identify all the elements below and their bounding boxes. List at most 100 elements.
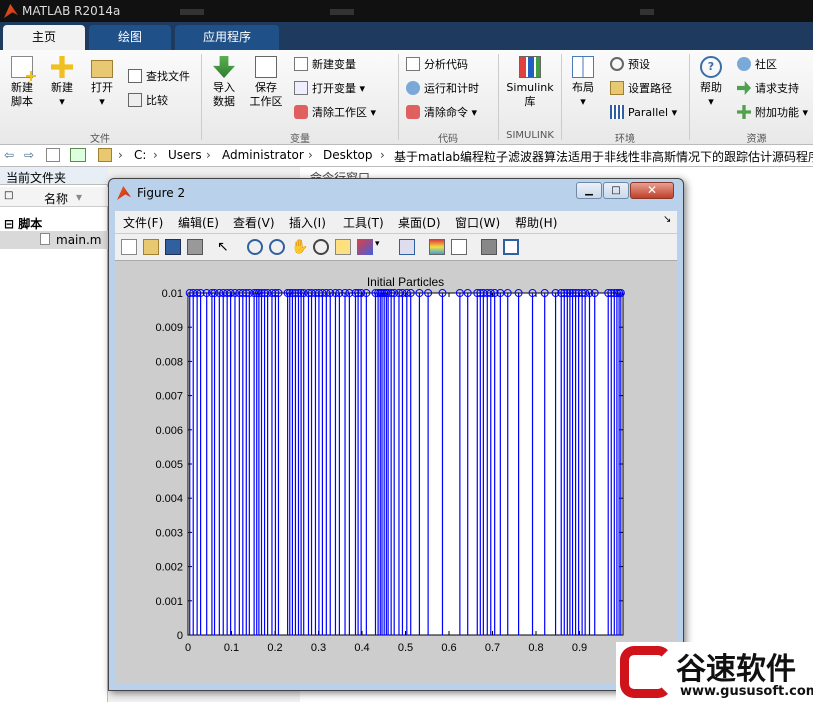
path-segment[interactable]: 基于matlab编程粒子滤波器算法适用于非线性非高斯情况下的跟踪估计源码程序: [394, 148, 813, 165]
chevron-down-icon[interactable]: ▾: [375, 239, 383, 255]
preferences-button[interactable]: 预设: [610, 56, 650, 74]
x-tick-label: 0: [185, 642, 191, 654]
tab-home[interactable]: 主页: [3, 25, 85, 50]
forward-arrow-icon[interactable]: ⇨: [24, 148, 34, 162]
import-label-1: 导入: [213, 81, 235, 94]
clear-workspace-button[interactable]: 清除工作区 ▾: [294, 104, 376, 122]
y-tick-label: 0.004: [155, 493, 183, 505]
save-icon[interactable]: [165, 239, 181, 255]
close-button[interactable]: ✕: [630, 182, 674, 199]
zoom-in-icon[interactable]: [247, 239, 263, 255]
path-segment[interactable]: C:: [134, 148, 146, 162]
import-data-button[interactable]: 导入 数据: [206, 56, 242, 109]
x-tick-label: 0.3: [311, 642, 326, 654]
tab-apps[interactable]: 应用程序: [175, 25, 279, 50]
titlebar-blur: [640, 9, 654, 15]
menu-insert[interactable]: 插入(I): [289, 214, 326, 231]
hide-plot-tools-icon[interactable]: [481, 239, 497, 255]
group-separator: [398, 54, 399, 140]
path-segment[interactable]: Desktop: [323, 148, 373, 162]
folder-label: 脚本: [18, 217, 43, 231]
preferences-label: 预设: [628, 58, 650, 71]
chart-title: Initial Particles: [367, 275, 444, 289]
minimize-button[interactable]: ▁: [576, 182, 602, 199]
file-group-label: 文件: [90, 134, 110, 145]
run-and-time-button[interactable]: 运行和计时: [406, 80, 479, 98]
ribbon-tabbar: 主页 绘图 应用程序: [0, 22, 813, 50]
compare-button[interactable]: 比较: [128, 92, 168, 110]
menu-tools[interactable]: 工具(T): [343, 214, 384, 231]
open-button[interactable]: 打开 ▾: [84, 56, 120, 109]
request-support-button[interactable]: 请求支持: [737, 80, 799, 98]
y-tick-label: 0: [177, 630, 183, 642]
up-folder-icon[interactable]: [46, 148, 60, 162]
set-path-button[interactable]: 设置路径: [610, 80, 672, 98]
community-button[interactable]: 社区: [737, 56, 777, 74]
rotate-icon[interactable]: [313, 239, 329, 255]
tab-plots[interactable]: 绘图: [89, 25, 171, 50]
menu-window[interactable]: 窗口(W): [455, 214, 500, 231]
figure-titlebar[interactable]: Figure 2 ▁ □ ✕: [109, 179, 683, 207]
file-label: main.m: [56, 233, 102, 247]
browse-folder-icon[interactable]: [70, 148, 86, 162]
save-label-2: 工作区: [249, 95, 283, 108]
find-files-button[interactable]: 查找文件: [128, 68, 190, 86]
help-button[interactable]: ? 帮助 ▾: [694, 56, 728, 109]
new-figure-icon[interactable]: [121, 239, 137, 255]
link-plot-icon[interactable]: [399, 239, 415, 255]
menu-view[interactable]: 查看(V): [233, 214, 275, 231]
save-workspace-icon: [255, 56, 277, 78]
new-variable-button[interactable]: 新建变量: [294, 56, 356, 74]
legend-icon[interactable]: [451, 239, 467, 255]
x-tick-label: 0.1: [224, 642, 239, 654]
m-file-icon: [40, 233, 50, 245]
layout-label: 布局: [572, 81, 594, 94]
chevron-down-icon: ▾: [99, 95, 105, 108]
compare-label: 比较: [146, 94, 168, 107]
addons-label: 附加功能: [755, 106, 799, 119]
zoom-out-icon[interactable]: [269, 239, 285, 255]
plot-area: [187, 292, 624, 636]
show-plot-tools-icon[interactable]: [503, 239, 519, 255]
run-and-time-label: 运行和计时: [424, 82, 479, 95]
find-files-icon: [128, 69, 142, 83]
menu-edit[interactable]: 编辑(E): [178, 214, 219, 231]
file-row[interactable]: main.m: [0, 231, 108, 249]
menu-file[interactable]: 文件(F): [123, 214, 163, 231]
open-variable-button[interactable]: 打开变量 ▾: [294, 80, 365, 98]
dock-arrow-icon[interactable]: ↘: [663, 214, 671, 225]
clear-workspace-icon: [294, 105, 308, 119]
save-workspace-button[interactable]: 保存 工作区: [246, 56, 286, 109]
column-header[interactable]: □ 名称 ▾: [0, 187, 108, 207]
data-cursor-icon[interactable]: [335, 239, 351, 255]
colorbar-icon[interactable]: [429, 239, 445, 255]
brush-icon[interactable]: [357, 239, 373, 255]
find-files-label: 查找文件: [146, 70, 190, 83]
chevron-down-icon: ▾: [802, 106, 809, 119]
path-segment[interactable]: Administrator: [222, 148, 304, 162]
figure-menubar: 文件(F) 编辑(E) 查看(V) 插入(I) 工具(T) 桌面(D) 窗口(W…: [115, 211, 677, 233]
analyze-code-button[interactable]: 分析代码: [406, 56, 468, 74]
import-icon: [213, 56, 235, 78]
path-segment[interactable]: Users: [168, 148, 202, 162]
addons-plus-icon: [737, 105, 751, 119]
folder-row[interactable]: ⊟ 脚本: [4, 215, 42, 232]
pointer-icon[interactable]: ↖: [217, 239, 233, 255]
x-tick-label: 0.6: [441, 642, 456, 654]
layout-button[interactable]: 布局 ▾: [566, 56, 600, 109]
print-icon[interactable]: [187, 239, 203, 255]
menu-desktop[interactable]: 桌面(D): [398, 214, 441, 231]
env-group-label: 环境: [615, 134, 635, 145]
simulink-library-button[interactable]: Simulink 库: [504, 56, 556, 109]
new-script-button[interactable]: 新建 脚本: [4, 56, 40, 109]
pan-hand-icon[interactable]: ✋: [291, 239, 308, 255]
maximize-button[interactable]: □: [603, 182, 629, 199]
menu-help[interactable]: 帮助(H): [515, 214, 557, 231]
clear-commands-button[interactable]: 清除命令 ▾: [406, 104, 477, 122]
new-button[interactable]: 新建 ▾: [44, 56, 80, 109]
addons-button[interactable]: 附加功能 ▾: [737, 104, 808, 122]
parallel-button[interactable]: Parallel ▾: [610, 104, 677, 122]
open-file-icon[interactable]: [143, 239, 159, 255]
back-arrow-icon[interactable]: ⇦: [4, 148, 14, 162]
x-tick-label: 0.2: [267, 642, 282, 654]
